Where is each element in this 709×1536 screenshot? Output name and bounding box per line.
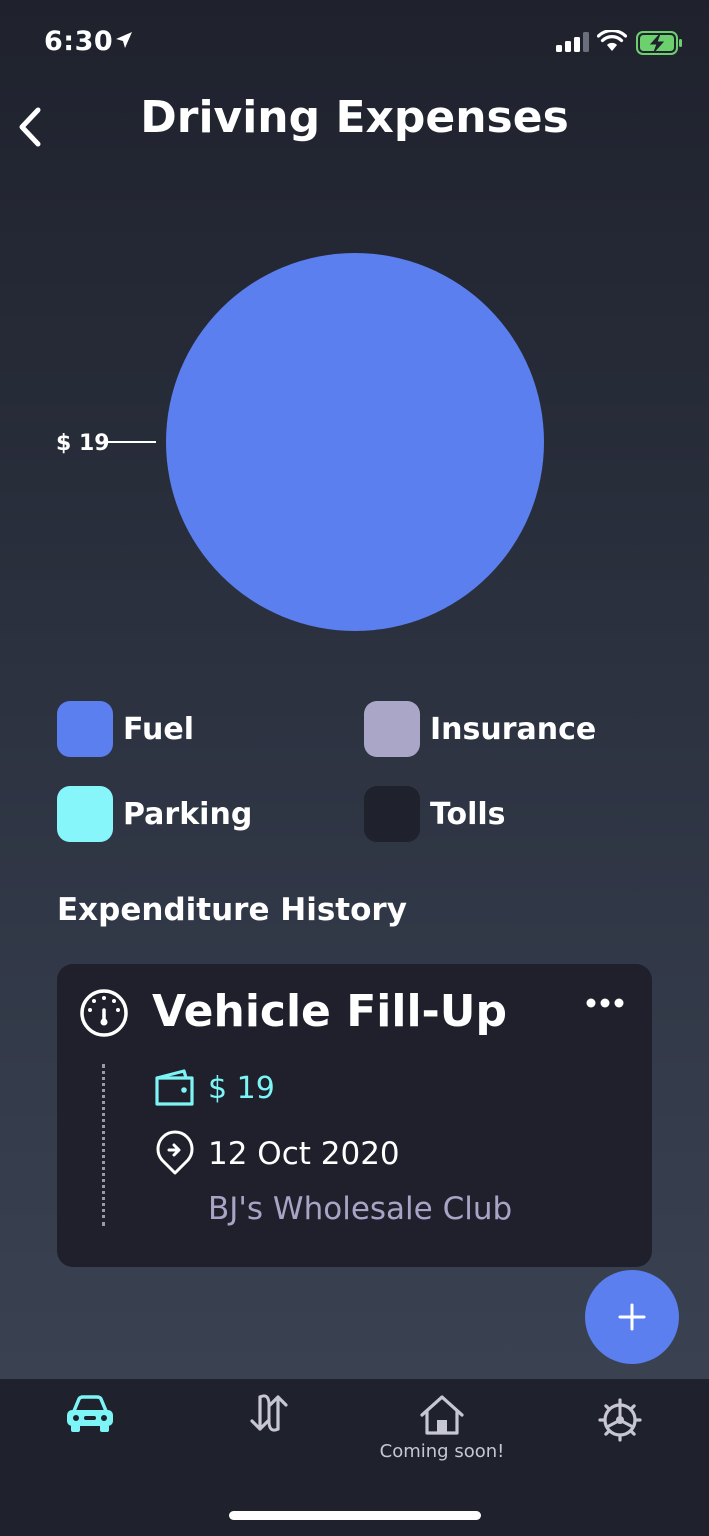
legend-item-insurance: Insurance xyxy=(364,701,596,757)
add-expense-button[interactable] xyxy=(585,1270,679,1364)
expense-place: BJ's Wholesale Club xyxy=(208,1191,513,1227)
legend-item-tolls: Tolls xyxy=(364,786,506,842)
pie-chart: $ 19 xyxy=(56,253,544,631)
expense-date: 12 Oct 2020 xyxy=(208,1136,400,1172)
legend-label-parking: Parking xyxy=(123,796,253,832)
status-time: 6:30 xyxy=(44,26,114,57)
section-title: Expenditure History xyxy=(57,892,407,928)
legend-swatch-fuel xyxy=(57,701,113,757)
transfer-arrows-icon xyxy=(250,1394,288,1432)
tab-settings[interactable] xyxy=(590,1397,650,1497)
legend-label-fuel: Fuel xyxy=(123,711,194,747)
legend-label-tolls: Tolls xyxy=(430,796,506,832)
plus-icon xyxy=(618,1303,646,1331)
location-pin-icon xyxy=(156,1130,194,1175)
status-bar: 6:30 xyxy=(0,0,709,80)
gauge-icon xyxy=(80,989,128,1037)
more-icon[interactable] xyxy=(585,996,625,1010)
expense-amount: $ 19 xyxy=(208,1071,275,1106)
home-icon xyxy=(420,1395,464,1435)
tab-trips[interactable] xyxy=(239,1393,299,1493)
page-title: Driving Expenses xyxy=(140,92,569,143)
legend-item-parking: Parking xyxy=(57,786,252,842)
location-arrow-icon xyxy=(116,32,132,48)
car-icon xyxy=(67,1395,113,1432)
pie-slice-fuel xyxy=(166,253,544,631)
timeline-divider xyxy=(102,1064,105,1226)
legend-swatch-parking xyxy=(57,786,113,842)
expense-title: Vehicle Fill-Up xyxy=(152,986,508,1037)
settings-gear-icon xyxy=(598,1398,642,1442)
legend-label-insurance: Insurance xyxy=(430,711,597,747)
home-coming-soon: Coming soon! xyxy=(379,1441,505,1462)
home-indicator xyxy=(229,1511,481,1520)
legend-swatch-tolls xyxy=(364,786,420,842)
tab-home[interactable]: Coming soon! xyxy=(378,1393,506,1493)
tab-vehicle[interactable] xyxy=(60,1393,120,1493)
signal-icon xyxy=(556,32,589,52)
pie-data-label: $ 19 xyxy=(56,431,110,456)
legend-item-fuel: Fuel xyxy=(57,701,194,757)
wifi-icon xyxy=(597,30,627,51)
expense-card[interactable]: Vehicle Fill-Up $ 19 12 Oct 2020 BJ's Wh… xyxy=(57,964,652,1267)
battery-charging-icon xyxy=(636,31,682,55)
wallet-icon xyxy=(155,1069,194,1106)
legend-swatch-insurance xyxy=(364,701,420,757)
